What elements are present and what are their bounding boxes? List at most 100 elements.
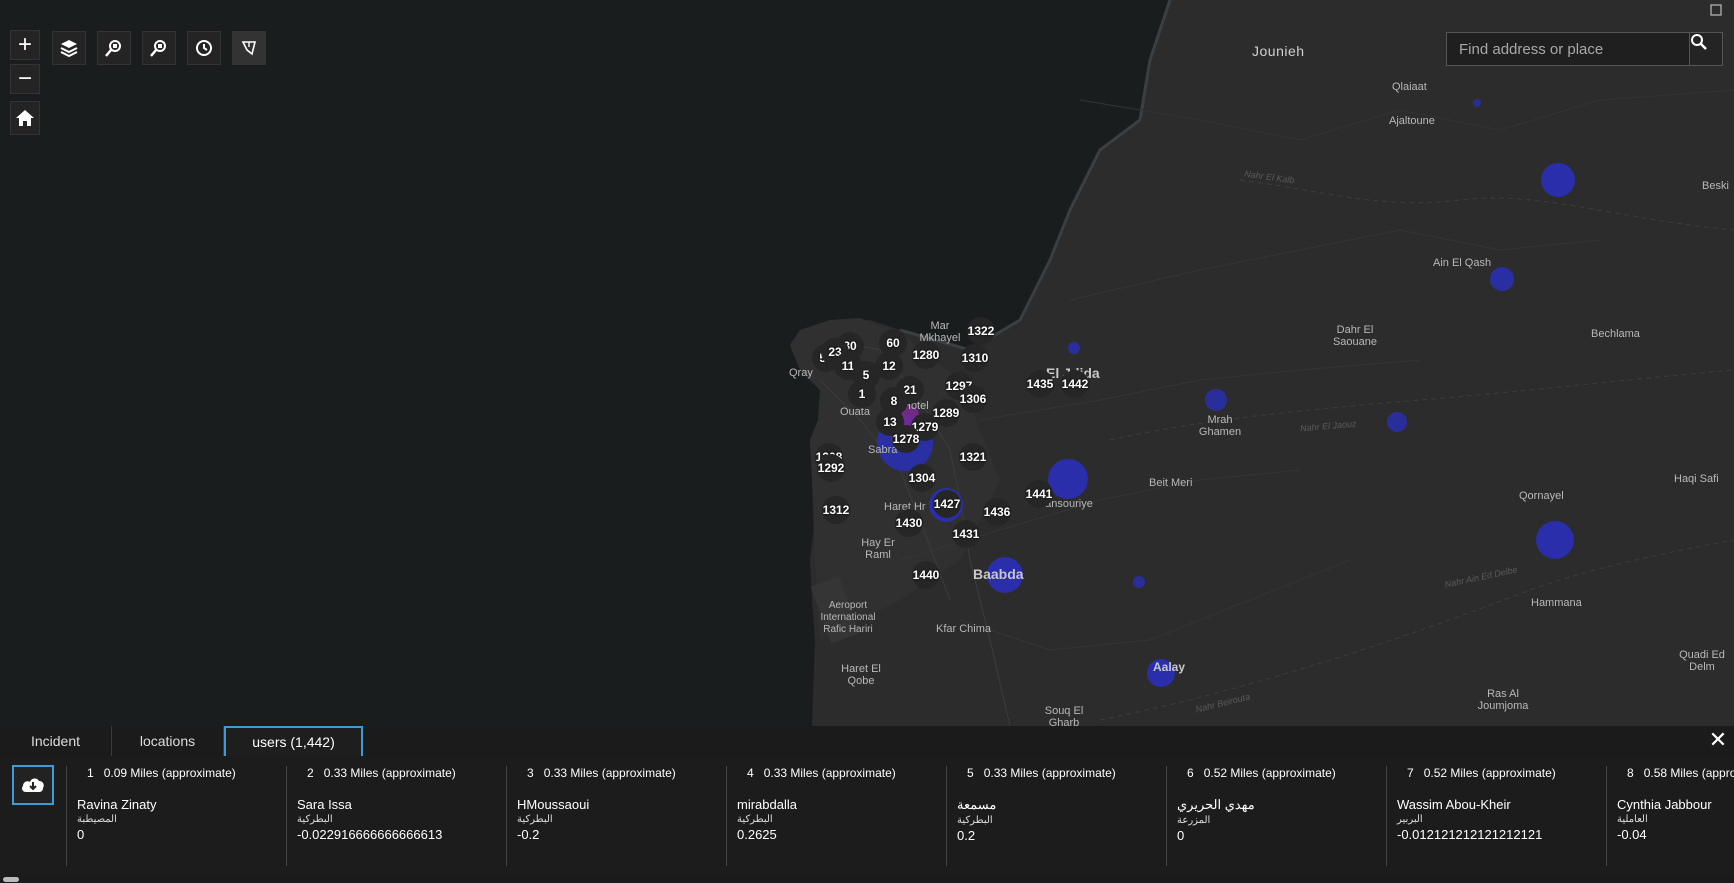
- result-name: HMoussaoui: [517, 797, 590, 812]
- result-card[interactable]: 3 0.33 Miles (approximate) HMoussaoui الب…: [506, 766, 716, 866]
- result-card[interactable]: 7 0.52 Miles (approximate) Wassim Abou-Kh…: [1386, 766, 1596, 866]
- cluster-marker[interactable]: 1312: [822, 496, 850, 524]
- cluster-marker[interactable]: 1304: [908, 464, 936, 492]
- search-icon: [1691, 34, 1707, 50]
- place-label: Dahr El Saouane: [1332, 324, 1378, 348]
- cluster-marker[interactable]: 1310: [961, 344, 989, 372]
- place-label: Aalay: [1153, 660, 1186, 674]
- place-label: Ain El Qash: [1433, 257, 1492, 269]
- result-area: البطركية: [737, 814, 773, 825]
- place-label: Aeroport International Rafic Hariri: [820, 600, 876, 635]
- result-number: 4: [747, 766, 754, 780]
- result-value: -0.2: [517, 827, 540, 842]
- result-value: -0.04: [1617, 827, 1647, 842]
- cluster-marker[interactable]: 1435: [1026, 370, 1054, 398]
- cluster-marker[interactable]: 1441: [1025, 480, 1053, 508]
- result-card[interactable]: 2 0.33 Miles (approximate) Sara Issa البط…: [286, 766, 496, 866]
- cluster-marker[interactable]: 1436: [983, 498, 1011, 526]
- result-number: 6: [1187, 766, 1194, 780]
- result-value: 0: [1177, 828, 1185, 843]
- place-label: Qlaiaat: [1392, 81, 1427, 93]
- history-button[interactable]: [187, 31, 221, 65]
- cluster-marker[interactable]: 1430: [895, 509, 923, 537]
- place-label: Ras Al Joumjoma: [1477, 688, 1529, 712]
- result-number: 2: [307, 766, 314, 780]
- result-number: 3: [527, 766, 534, 780]
- maximize-icon: [1710, 4, 1722, 16]
- map-view[interactable]: Jounieh Qlaiaat Ajaltoune Beski Ain El Q…: [0, 0, 1734, 726]
- cluster-marker[interactable]: 1322: [967, 317, 995, 345]
- cluster-marker[interactable]: 1306: [959, 385, 987, 413]
- cloud-download-icon: [22, 778, 44, 792]
- place-label: Jounieh: [1252, 43, 1305, 59]
- cluster-marker[interactable]: 1278: [892, 425, 920, 453]
- cluster-marker[interactable]: 1440: [912, 561, 940, 589]
- query-button[interactable]: [97, 31, 131, 65]
- place-label: Beski: [1702, 180, 1729, 192]
- result-area: البطركية: [517, 814, 553, 825]
- cluster-marker[interactable]: 1442: [1061, 370, 1089, 398]
- maximize-button[interactable]: [1710, 4, 1724, 18]
- cluster-marker[interactable]: 1431: [952, 520, 980, 548]
- result-name: Wassim Abou-Kheir: [1397, 797, 1511, 812]
- place-label: Baabda: [973, 566, 1024, 582]
- result-name: Cynthia Jabbour: [1617, 797, 1712, 812]
- home-button[interactable]: [10, 101, 40, 135]
- download-button[interactable]: [12, 765, 54, 805]
- result-number: 1: [87, 766, 94, 780]
- result-card[interactable]: 8 0.58 Miles (appro Cynthia Jabbour العام…: [1606, 766, 1734, 866]
- place-label: Mrah Ghamen: [1198, 414, 1242, 438]
- measure-icon: [241, 41, 257, 56]
- zoom-out-button[interactable]: −: [10, 64, 40, 94]
- scrollbar-thumb[interactable]: [3, 877, 19, 882]
- cluster-marker[interactable]: 1: [848, 380, 876, 408]
- result-value: 0.2625: [737, 827, 777, 842]
- result-name: mirabdalla: [737, 797, 797, 812]
- result-card[interactable]: 1 0.09 Miles (approximate) Ravina Zinaty …: [66, 766, 276, 866]
- cluster-marker[interactable]: 1292: [817, 454, 845, 482]
- place-label: Bechlama: [1591, 328, 1640, 340]
- search-layer-button[interactable]: [142, 31, 176, 65]
- tab-incident[interactable]: Incident: [0, 726, 112, 756]
- layers-button[interactable]: [52, 31, 86, 65]
- zoom-in-button[interactable]: +: [10, 30, 40, 60]
- result-name: Sara Issa: [297, 797, 352, 812]
- cluster-marker[interactable]: 1427: [933, 490, 961, 518]
- query-icon: [105, 40, 121, 57]
- cluster-marker[interactable]: 1321: [959, 443, 987, 471]
- result-value: 0.2: [957, 828, 976, 843]
- result-area: البربير: [1397, 814, 1423, 825]
- result-distance: 0.52 Miles (approximate): [1203, 766, 1336, 780]
- result-distance: 0.33 Miles (approximate): [983, 766, 1116, 780]
- cluster-marker[interactable]: 1280: [912, 341, 940, 369]
- tab-users[interactable]: users (1,442): [224, 726, 363, 756]
- horizontal-scrollbar[interactable]: [0, 875, 1734, 883]
- place-label: Hay Er Raml: [861, 537, 895, 561]
- place-label: Qornayel: [1519, 490, 1564, 502]
- place-label: Ajaltoune: [1389, 115, 1435, 127]
- search-layer-icon: [150, 40, 166, 57]
- result-area: المزرعة: [1177, 815, 1211, 826]
- home-icon: [16, 110, 34, 126]
- place-label: Quadi Ed Delm: [1679, 649, 1725, 673]
- tab-locations[interactable]: locations: [112, 726, 224, 756]
- result-value: -0.022916666666666613: [297, 827, 443, 842]
- result-distance: 0.33 Miles (approximate): [543, 766, 676, 780]
- close-panel-button[interactable]: ✕: [1708, 729, 1728, 751]
- measure-button[interactable]: [232, 31, 266, 65]
- place-label: Hammana: [1531, 597, 1582, 609]
- result-name: Ravina Zinaty: [77, 797, 157, 812]
- result-area: البطركية: [297, 814, 333, 825]
- result-value: -0.012121212121212121: [1397, 827, 1543, 842]
- result-card[interactable]: 6 0.52 Miles (approximate) مهدي الحريري ا…: [1166, 766, 1376, 866]
- search-input[interactable]: [1446, 32, 1690, 66]
- place-label: Haqi Safi: [1674, 473, 1719, 485]
- place-label: Beit Meri: [1149, 477, 1193, 489]
- result-card[interactable]: 5 0.33 Miles (approximate) مسمعة البطركية…: [946, 766, 1156, 866]
- search-button[interactable]: [1689, 32, 1723, 66]
- result-area: البطركية: [957, 815, 993, 826]
- result-card[interactable]: 4 0.33 Miles (approximate) mirabdalla الب…: [726, 766, 936, 866]
- result-name: مهدي الحريري: [1177, 797, 1255, 812]
- result-distance: 0.09 Miles (approximate): [103, 766, 236, 780]
- result-name: مسمعة: [957, 797, 997, 812]
